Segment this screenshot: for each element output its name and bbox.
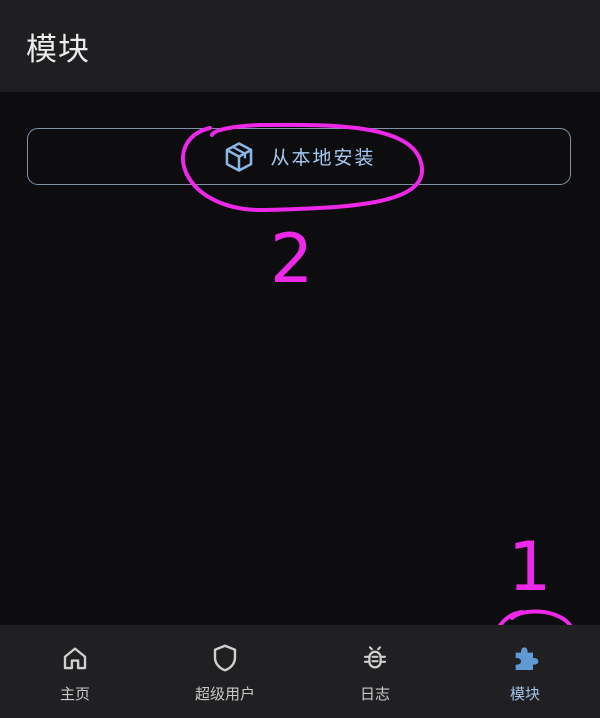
nav-item-modules[interactable]: 模块 — [450, 625, 600, 718]
package-icon — [222, 140, 256, 174]
nav-item-superuser[interactable]: 超级用户 — [150, 625, 300, 718]
nav-label-logs: 日志 — [359, 685, 390, 703]
annotation-step-2: 2 — [270, 220, 314, 299]
bottom-navigation: 主页 超级用户 日志 模块 — [0, 625, 600, 718]
install-button-label: 从本地安装 — [270, 147, 376, 169]
screen: 模块 从本地安装 2 1 主页 超级用户 日志 模块 — [0, 0, 600, 718]
annotation-overlay — [181, 122, 582, 710]
nav-item-home[interactable]: 主页 — [0, 625, 150, 718]
nav-label-modules: 模块 — [509, 685, 540, 703]
install-from-local-button[interactable]: 从本地安装 — [27, 128, 571, 185]
nav-label-home: 主页 — [59, 685, 90, 703]
nav-label-superuser: 超级用户 — [194, 685, 255, 703]
bug-icon — [358, 641, 392, 675]
shield-icon — [208, 641, 242, 675]
nav-item-logs[interactable]: 日志 — [300, 625, 450, 718]
app-bar: 模块 — [0, 0, 600, 92]
puzzle-icon — [508, 641, 542, 675]
home-icon — [58, 641, 92, 675]
page-title: 模块 — [26, 32, 90, 68]
annotation-step-1: 1 — [508, 528, 552, 607]
